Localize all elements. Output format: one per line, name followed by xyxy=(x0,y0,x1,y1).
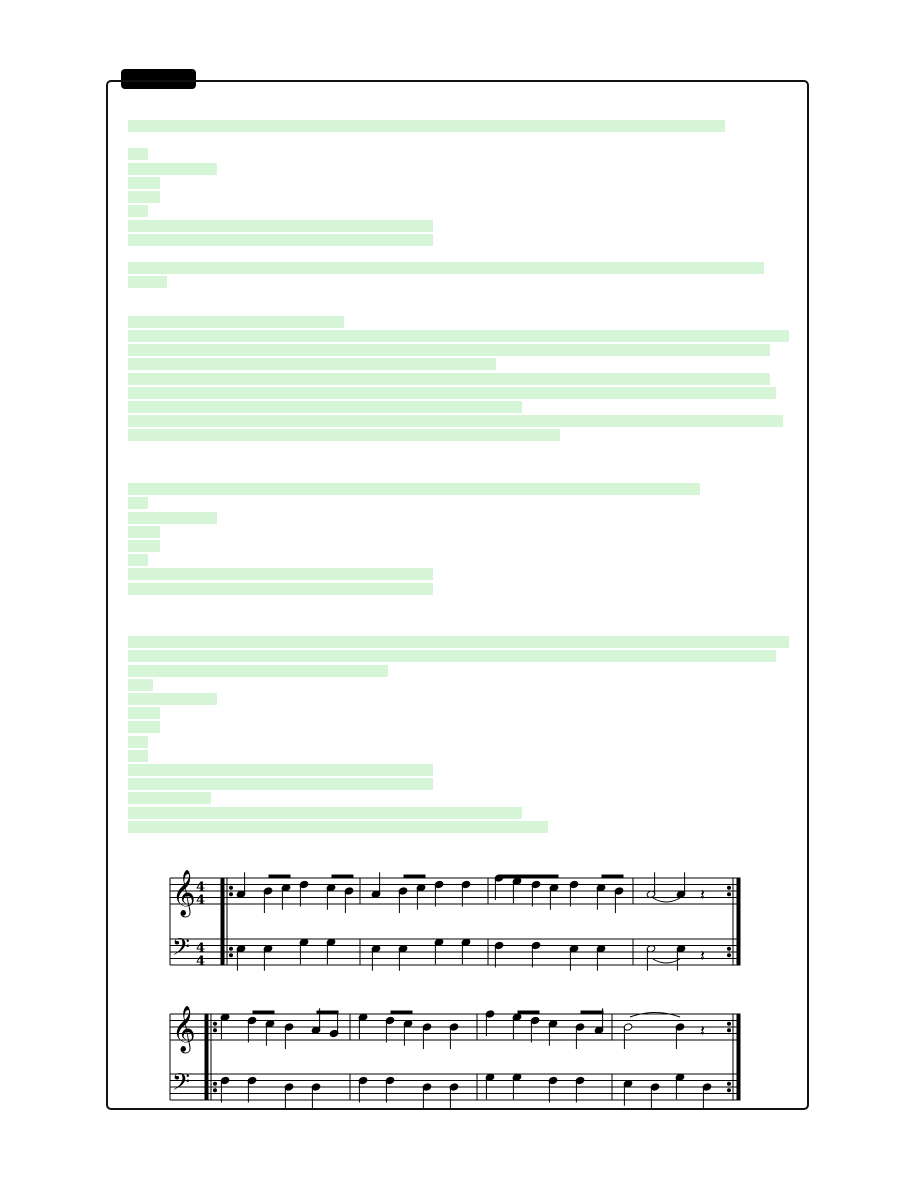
repeat-dot xyxy=(727,1081,731,1086)
treble-clef-icon: 𝄞 xyxy=(172,1006,196,1054)
time-signature-bottom: 4 xyxy=(196,893,205,908)
repeat-end-bar xyxy=(736,877,741,966)
repeat-dot xyxy=(727,1088,731,1093)
treble-clef-icon: 𝄞 xyxy=(172,870,196,918)
repeat-end-bar xyxy=(736,1013,741,1101)
quarter-rest-icon: 𝄽 xyxy=(700,946,705,965)
time-signature-bottom: 4 xyxy=(196,954,205,969)
repeat-dot xyxy=(213,1028,217,1033)
tie xyxy=(652,958,681,964)
bass-clef-icon: 𝄢 xyxy=(172,933,190,966)
tie xyxy=(629,1012,681,1018)
beam xyxy=(517,1010,540,1015)
beam xyxy=(403,874,426,879)
repeat-dot xyxy=(727,892,731,897)
repeat-dot xyxy=(213,1021,217,1026)
repeat-dot xyxy=(727,953,731,958)
quarter-rest-icon: 𝄽 xyxy=(700,885,705,904)
repeat-dot xyxy=(229,953,233,958)
music-score: 𝄞 44𝄢 44𝄞𝄢𝄽𝄽𝄽 xyxy=(169,870,741,1109)
repeat-start-bar xyxy=(204,1013,209,1101)
beam xyxy=(331,874,354,879)
repeat-start-bar xyxy=(220,877,225,966)
repeat-dot xyxy=(213,1088,217,1093)
beam xyxy=(316,1010,339,1015)
repeat-dot xyxy=(727,1021,731,1026)
quarter-rest-icon: 𝄽 xyxy=(700,1021,705,1040)
repeat-dot xyxy=(727,946,731,951)
tie xyxy=(652,897,681,903)
repeat-dot xyxy=(229,892,233,897)
repeat-dot xyxy=(727,1028,731,1033)
repeat-dot xyxy=(213,1081,217,1086)
beam xyxy=(252,1010,275,1015)
beam xyxy=(268,874,291,879)
beam xyxy=(601,874,624,879)
repeat-dot xyxy=(229,946,233,951)
repeat-dot xyxy=(229,885,233,890)
beam xyxy=(390,1010,413,1015)
beam xyxy=(499,874,559,879)
repeat-dot xyxy=(727,885,731,890)
bass-clef-icon: 𝄢 xyxy=(172,1068,190,1101)
beam xyxy=(580,1010,604,1015)
